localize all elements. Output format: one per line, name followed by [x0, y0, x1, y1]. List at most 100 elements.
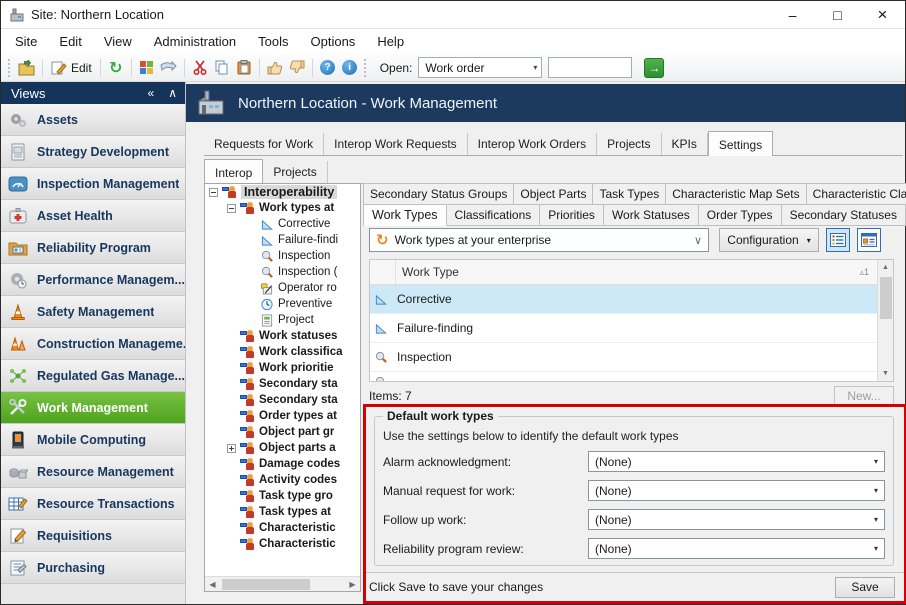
card-view-button[interactable]: [857, 228, 881, 252]
tab-interop-work-orders[interactable]: Interop Work Orders: [468, 133, 597, 155]
sidebar-item-regulated-gas-management[interactable]: Regulated Gas Manage...: [1, 360, 185, 392]
alarm-acknowledgment-dropdown[interactable]: (None)▾: [588, 451, 885, 472]
tree-node-secondary-statuses-1[interactable]: Secondary sta: [205, 376, 360, 392]
sidebar-item-purchasing[interactable]: Purchasing: [1, 552, 185, 584]
sidebar-item-asset-health[interactable]: Asset Health: [1, 200, 185, 232]
sidebar-item-safety-management[interactable]: Safety Management: [1, 296, 185, 328]
sidebar-item-requisitions[interactable]: Requisitions: [1, 520, 185, 552]
copy-icon[interactable]: [211, 57, 233, 79]
tree-node-interoperability[interactable]: Interoperability: [205, 184, 360, 200]
tab-order-types[interactable]: Order Types: [699, 204, 782, 226]
cut-icon[interactable]: [189, 57, 211, 79]
windows-icon[interactable]: [136, 57, 158, 79]
column-header-work-type[interactable]: Work Type: [396, 265, 459, 279]
send-icon[interactable]: [158, 57, 180, 79]
menu-view[interactable]: View: [104, 34, 132, 49]
tab-interop-work-requests[interactable]: Interop Work Requests: [324, 133, 468, 155]
tree-node-preventive[interactable]: Preventive: [205, 296, 360, 312]
menu-options[interactable]: Options: [311, 34, 356, 49]
tab-secondary-statuses[interactable]: Secondary Statuses: [782, 204, 906, 226]
scrollbar-thumb[interactable]: [222, 579, 310, 590]
collapse-icon[interactable]: [227, 204, 236, 213]
tab-requests-for-work[interactable]: Requests for Work: [204, 133, 324, 155]
sidebar-item-work-management[interactable]: Work Management: [1, 392, 185, 424]
sidebar-item-resource-transactions[interactable]: Resource Transactions: [1, 488, 185, 520]
subtab-interop[interactable]: Interop: [204, 159, 263, 184]
tree-node-damage-codes[interactable]: Damage codes: [205, 456, 360, 472]
list-view-button[interactable]: [826, 228, 850, 252]
tab-classifications[interactable]: Classifications: [447, 204, 541, 226]
tree-node-activity-codes[interactable]: Activity codes: [205, 472, 360, 488]
tree-node-corrective[interactable]: Corrective: [205, 216, 360, 232]
menu-help[interactable]: Help: [377, 34, 404, 49]
sidebar-item-reliability-program[interactable]: Reliability Program: [1, 232, 185, 264]
maximize-button[interactable]: □: [815, 1, 860, 28]
sidebar-item-strategy-development[interactable]: Strategy Development: [1, 136, 185, 168]
minimize-button[interactable]: –: [770, 1, 815, 28]
scroll-left-icon[interactable]: ◀: [205, 577, 220, 592]
scroll-right-icon[interactable]: ▶: [345, 577, 360, 592]
tab-projects[interactable]: Projects: [597, 133, 661, 155]
edit-button[interactable]: Edit: [47, 57, 96, 79]
paste-icon[interactable]: [233, 57, 255, 79]
tab-characteristic-classes[interactable]: Characteristic Classes: [807, 183, 906, 205]
tree-node-inspection-2[interactable]: Inspection (: [205, 264, 360, 280]
tree-node-failure-finding[interactable]: Failure-findi: [205, 232, 360, 248]
sidebar-item-resource-management[interactable]: Resource Management: [1, 456, 185, 488]
tab-work-types[interactable]: Work Types: [363, 204, 447, 226]
table-row-corrective[interactable]: Corrective: [370, 285, 877, 314]
table-header-row[interactable]: Work Type ▵1: [370, 260, 877, 285]
tab-characteristic-map-sets[interactable]: Characteristic Map Sets: [666, 183, 806, 205]
sidebar-item-construction-management[interactable]: Construction Manageme...: [1, 328, 185, 360]
sidebar-item-assets[interactable]: Assets: [1, 104, 185, 136]
menu-site[interactable]: Site: [15, 34, 37, 49]
menu-edit[interactable]: Edit: [59, 34, 81, 49]
tree-node-work-statuses[interactable]: Work statuses: [205, 328, 360, 344]
menu-tools[interactable]: Tools: [258, 34, 288, 49]
tab-kpis[interactable]: KPIs: [662, 133, 708, 155]
tree-node-task-type-groups[interactable]: Task type gro: [205, 488, 360, 504]
follow-up-work-dropdown[interactable]: (None)▾: [588, 509, 885, 530]
tree-node-characteristics-1[interactable]: Characteristic: [205, 520, 360, 536]
tab-work-statuses[interactable]: Work Statuses: [604, 204, 699, 226]
thumbs-up-icon[interactable]: [264, 57, 286, 79]
subtab-projects[interactable]: Projects: [263, 161, 327, 183]
tab-priorities[interactable]: Priorities: [540, 204, 604, 226]
table-row-failure-finding[interactable]: Failure-finding: [370, 314, 877, 343]
info-icon[interactable]: i: [339, 57, 361, 79]
scope-combobox[interactable]: ↻ Work types at your enterprise ∨: [369, 228, 709, 252]
tree-node-work-priorities[interactable]: Work prioritie: [205, 360, 360, 376]
collapse-icon[interactable]: [209, 188, 218, 197]
tree-node-operator-rounds[interactable]: Operator ro: [205, 280, 360, 296]
collapse-sidebar-icon[interactable]: «: [148, 86, 155, 100]
table-vertical-scrollbar[interactable]: ▲ ▼: [877, 260, 893, 381]
tree-node-order-types[interactable]: Order types at: [205, 408, 360, 424]
tree-horizontal-scrollbar[interactable]: ◀ ▶: [205, 576, 360, 591]
scroll-up-icon[interactable]: ▲: [878, 260, 893, 275]
tree-node-secondary-statuses-2[interactable]: Secondary sta: [205, 392, 360, 408]
tree-node-project[interactable]: Project: [205, 312, 360, 328]
tree-node-object-part-groups[interactable]: Object part gr: [205, 424, 360, 440]
thumbs-down-icon[interactable]: [286, 57, 308, 79]
expand-icon[interactable]: [227, 444, 236, 453]
scrollbar-thumb[interactable]: [880, 277, 892, 319]
save-button[interactable]: Save: [835, 577, 895, 598]
open-type-combobox[interactable]: Work order ▾: [418, 57, 542, 78]
go-button[interactable]: →: [644, 58, 664, 78]
refresh-icon[interactable]: ↻: [105, 57, 127, 79]
tab-task-types[interactable]: Task Types: [593, 183, 666, 205]
sidebar-item-performance-management[interactable]: Performance Managem...: [1, 264, 185, 296]
manual-request-dropdown[interactable]: (None)▾: [588, 480, 885, 501]
collapse-all-icon[interactable]: ∧: [168, 86, 177, 100]
sidebar-item-mobile-computing[interactable]: Mobile Computing: [1, 424, 185, 456]
menu-administration[interactable]: Administration: [154, 34, 236, 49]
reliability-program-review-dropdown[interactable]: (None)▾: [588, 538, 885, 559]
close-button[interactable]: ×: [860, 1, 905, 28]
sidebar-item-inspection-management[interactable]: Inspection Management: [1, 168, 185, 200]
tree-node-work-classifications[interactable]: Work classifica: [205, 344, 360, 360]
tab-object-parts[interactable]: Object Parts: [514, 183, 593, 205]
table-row-partial[interactable]: [370, 372, 877, 381]
table-row-inspection[interactable]: Inspection: [370, 343, 877, 372]
tab-settings[interactable]: Settings: [708, 131, 773, 156]
configuration-button[interactable]: Configuration ▾: [719, 228, 819, 252]
